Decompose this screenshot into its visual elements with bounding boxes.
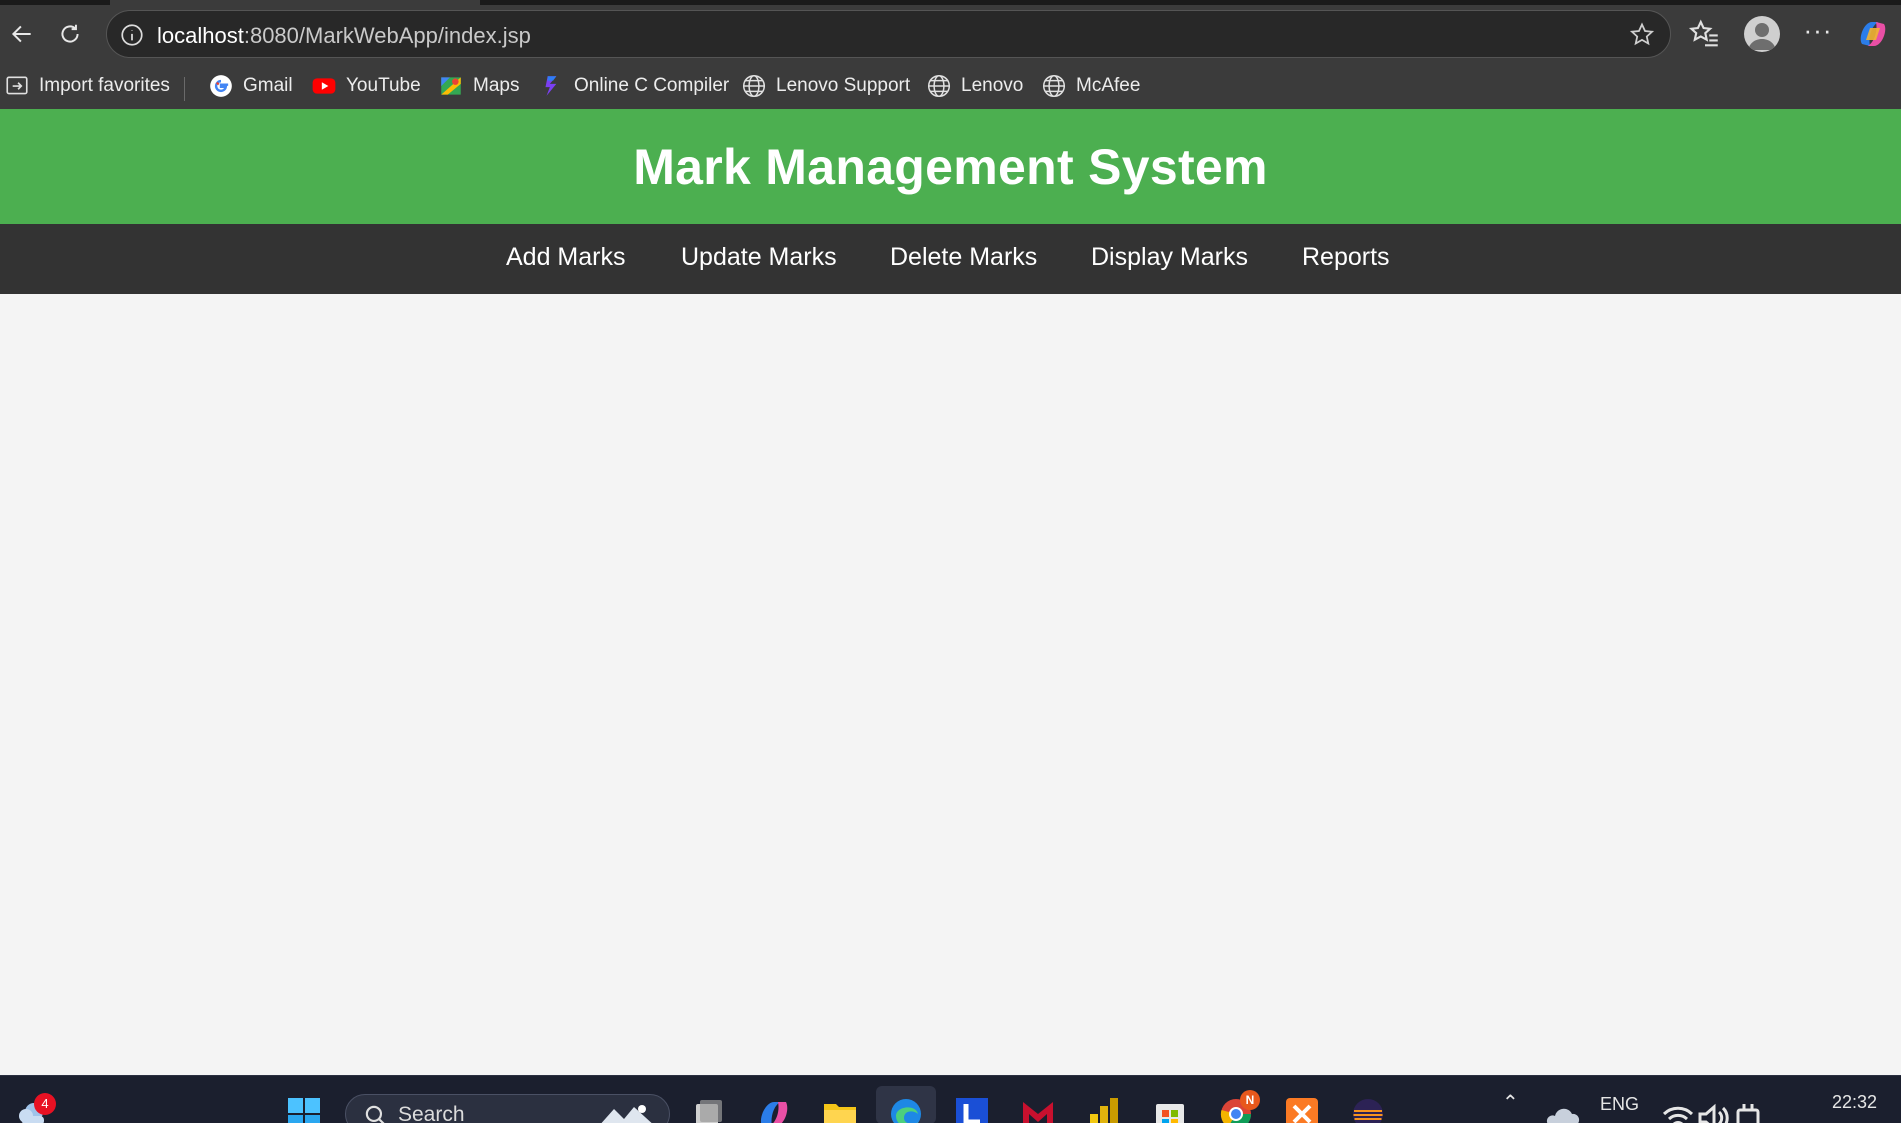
mcafee-button[interactable] bbox=[1020, 1096, 1056, 1123]
bookmark-youtube[interactable]: YouTube bbox=[311, 70, 421, 102]
youtube-icon bbox=[311, 73, 337, 99]
nav-add-marks[interactable]: Add Marks bbox=[506, 243, 625, 272]
url-host: localhost bbox=[157, 23, 244, 48]
wifi-icon bbox=[1662, 1106, 1694, 1123]
reload-button[interactable] bbox=[48, 12, 92, 56]
import-icon bbox=[4, 73, 30, 99]
bookmark-mcafee[interactable]: McAfee bbox=[1041, 70, 1140, 102]
search-highlight-icon bbox=[601, 1105, 652, 1123]
bookmark-label: Import favorites bbox=[39, 75, 170, 96]
battery-status[interactable] bbox=[1732, 1100, 1760, 1123]
bookmark-lenovo-support[interactable]: Lenovo Support bbox=[741, 70, 910, 102]
compiler-icon bbox=[539, 73, 565, 99]
file-explorer-button[interactable] bbox=[822, 1096, 858, 1123]
bookmark-label: Maps bbox=[473, 75, 520, 96]
page-content bbox=[0, 294, 1901, 1075]
maps-icon bbox=[438, 73, 464, 99]
chrome-notification-badge: N bbox=[1240, 1090, 1260, 1110]
bookmarks-bar: Import favorites Gmail YouTube Maps Onli… bbox=[0, 63, 1901, 109]
task-view-button[interactable] bbox=[690, 1096, 726, 1123]
tray-overflow-chevron-icon[interactable]: ⌃ bbox=[1502, 1090, 1519, 1115]
bookmark-label: Gmail bbox=[243, 75, 293, 96]
copilot-taskbar-icon bbox=[761, 1102, 788, 1123]
bookmark-label: Lenovo Support bbox=[776, 75, 911, 96]
nav-display-marks[interactable]: Display Marks bbox=[1091, 243, 1248, 272]
wifi-status[interactable] bbox=[1660, 1100, 1694, 1123]
globe-icon bbox=[926, 73, 952, 99]
copilot-taskbar-button[interactable] bbox=[756, 1096, 792, 1123]
app-header: Mark Management System bbox=[0, 109, 1901, 224]
bookmark-online-c-compiler[interactable]: Online C Compiler bbox=[539, 70, 729, 102]
address-bar[interactable]: localhost:8080/MarkWebApp/index.jsp bbox=[106, 10, 1671, 58]
xampp-icon bbox=[1286, 1098, 1318, 1123]
back-arrow-icon bbox=[11, 25, 31, 43]
microsoft-store-button[interactable] bbox=[1152, 1096, 1188, 1123]
back-button[interactable] bbox=[0, 12, 44, 56]
url-text[interactable]: localhost:8080/MarkWebApp/index.jsp bbox=[157, 23, 531, 49]
search-icon bbox=[365, 1105, 385, 1123]
bookmark-label: Lenovo bbox=[961, 75, 1024, 96]
folder-icon bbox=[824, 1104, 856, 1123]
nav-update-marks[interactable]: Update Marks bbox=[681, 243, 837, 272]
site-info-icon[interactable] bbox=[119, 22, 145, 48]
bookmark-gmail[interactable]: Gmail bbox=[208, 70, 293, 102]
start-button[interactable] bbox=[286, 1096, 322, 1123]
reload-icon bbox=[61, 24, 79, 43]
windows-taskbar: 4 Search N ⌃ ENG 22:32 bbox=[0, 1075, 1901, 1123]
url-path: :8080/MarkWebApp/index.jsp bbox=[243, 23, 531, 48]
page-title: Mark Management System bbox=[633, 138, 1268, 195]
search-label: Search bbox=[398, 1103, 465, 1123]
main-nav: Add Marks Update Marks Delete Marks Disp… bbox=[0, 224, 1901, 294]
lenovo-l-icon bbox=[956, 1098, 988, 1123]
profile-avatar[interactable] bbox=[1744, 16, 1780, 52]
weather-badge: 4 bbox=[34, 1093, 56, 1115]
edge-button[interactable] bbox=[888, 1096, 924, 1123]
mcafee-shield-icon bbox=[1023, 1102, 1053, 1123]
input-language[interactable]: ENG bbox=[1600, 1094, 1639, 1115]
bookmark-label: McAfee bbox=[1076, 75, 1141, 96]
onedrive-button[interactable] bbox=[1544, 1098, 1580, 1123]
power-bi-icon bbox=[1090, 1098, 1118, 1123]
add-favorite-star-icon[interactable] bbox=[1628, 21, 1656, 49]
page-viewport: Mark Management System Add Marks Update … bbox=[0, 109, 1901, 1075]
globe-icon bbox=[741, 73, 767, 99]
xampp-button[interactable] bbox=[1284, 1096, 1320, 1123]
bookmark-maps[interactable]: Maps bbox=[438, 70, 519, 102]
battery-plug-icon bbox=[1736, 1104, 1760, 1123]
nav-delete-marks[interactable]: Delete Marks bbox=[890, 243, 1037, 272]
bookmark-lenovo[interactable]: Lenovo bbox=[926, 70, 1023, 102]
clock-time[interactable]: 22:32 bbox=[1832, 1092, 1877, 1113]
bookmarks-separator bbox=[184, 77, 185, 101]
favorites-icon[interactable] bbox=[1688, 17, 1722, 51]
eclipse-button[interactable] bbox=[1350, 1096, 1386, 1123]
taskbar-search[interactable]: Search bbox=[345, 1094, 670, 1123]
edge-icon bbox=[891, 1099, 921, 1123]
lenovo-vantage-button[interactable] bbox=[954, 1096, 990, 1123]
windows-logo-icon bbox=[288, 1098, 320, 1123]
globe-icon bbox=[1041, 73, 1067, 99]
bookmark-label: YouTube bbox=[346, 75, 421, 96]
bookmark-label: Online C Compiler bbox=[574, 75, 730, 96]
speaker-icon bbox=[1698, 1103, 1729, 1123]
copilot-icon[interactable] bbox=[1854, 16, 1892, 52]
nav-reports[interactable]: Reports bbox=[1302, 243, 1390, 272]
volume-status[interactable] bbox=[1696, 1100, 1729, 1123]
google-icon bbox=[208, 73, 234, 99]
store-icon bbox=[1156, 1104, 1184, 1123]
bookmark-import-favorites[interactable]: Import favorites bbox=[4, 70, 170, 102]
onedrive-cloud-icon bbox=[1546, 1108, 1580, 1123]
more-options-icon[interactable]: ··· bbox=[1800, 15, 1836, 51]
power-bi-button[interactable] bbox=[1086, 1096, 1122, 1123]
eclipse-icon bbox=[1353, 1099, 1383, 1123]
task-view-icon bbox=[696, 1100, 722, 1123]
person-icon bbox=[1748, 23, 1776, 50]
browser-toolbar: localhost:8080/MarkWebApp/index.jsp ··· bbox=[0, 5, 1901, 63]
